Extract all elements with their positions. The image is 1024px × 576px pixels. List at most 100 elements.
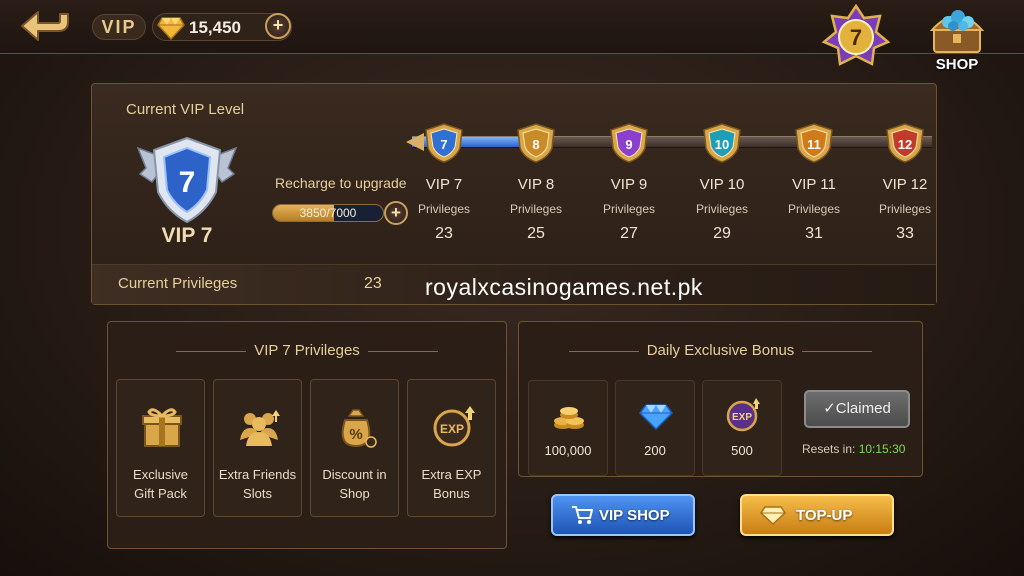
svg-text:9: 9 — [625, 137, 632, 152]
vip-shield-icon: 8 — [517, 123, 555, 163]
vip-level-count: 29 — [713, 225, 731, 242]
vip-level-count: 23 — [435, 225, 453, 242]
vip-level-sub: Privileges — [417, 202, 471, 216]
exp-icon: EXP — [433, 406, 475, 447]
vip-level-sub: Privileges — [787, 202, 841, 216]
svg-text:8: 8 — [532, 137, 539, 152]
vip-level-track — [406, 133, 932, 151]
privilege-label: Extra EXP Bonus — [421, 467, 482, 501]
shop-label: SHOP — [935, 56, 979, 73]
vip-level-badge[interactable]: 7 — [820, 3, 892, 68]
recharge-progress-bar: 3850/7000 — [272, 204, 384, 222]
svg-text:%: % — [349, 426, 362, 443]
daily-bonus-title: Daily Exclusive Bonus — [519, 342, 922, 359]
vip-shield-icon: 11 — [795, 123, 833, 163]
current-privileges-label: Current Privileges — [118, 275, 238, 292]
progress-text: 3850/7000 — [299, 206, 357, 220]
vip-level-sub: Privileges — [509, 202, 563, 216]
top-up-button[interactable]: TOP-UP — [740, 494, 894, 536]
bonus-amount: 200 — [644, 443, 666, 458]
vip-level-item[interactable]: 11 VIP 11 Privileges 31 — [777, 122, 851, 243]
resets-label: Resets in: — [802, 442, 856, 456]
privileges-title: VIP 7 Privileges — [108, 342, 506, 359]
vip-level-name: VIP 10 — [699, 176, 745, 193]
friends-icon — [240, 410, 280, 446]
privilege-label: Extra Friends Slots — [218, 467, 297, 501]
vip-shop-label: VIP SHOP — [599, 507, 670, 524]
svg-text:EXP: EXP — [440, 422, 464, 436]
back-arrow-icon — [21, 11, 69, 41]
vip-shield-icon: 10 — [703, 123, 741, 163]
privilege-shop-discount[interactable]: % Discount in Shop — [310, 379, 399, 517]
back-button[interactable] — [18, 8, 74, 46]
vip-level-name: VIP 11 — [792, 176, 836, 193]
vip-shield-icon: 12 — [886, 123, 924, 163]
gift-icon — [142, 408, 182, 447]
gem-amount: 15,450 — [189, 18, 241, 37]
exp-icon: EXP — [726, 398, 760, 432]
treasure-chest-icon — [929, 10, 985, 53]
vip-level-count: 31 — [805, 225, 823, 242]
vip-tag[interactable]: VIP — [92, 14, 146, 40]
vip-star-badge-icon: 7 — [821, 3, 891, 66]
recharge-plus-button[interactable]: + — [384, 201, 408, 225]
vip-level-panel: Current VIP Level 7 VIP 7 Recharge to up… — [91, 83, 937, 305]
gem-icon — [157, 17, 185, 40]
vip-shop-button[interactable]: VIP SHOP — [551, 494, 695, 536]
current-badge-number: 7 — [179, 166, 196, 199]
vip-level-item[interactable]: 10 VIP 10 Privileges 29 — [685, 122, 759, 243]
svg-text:11: 11 — [807, 137, 821, 152]
vip-level-sub: Privileges — [602, 202, 656, 216]
watermark-text: royalxcasinogames.net.pk — [425, 274, 703, 300]
privilege-friends-slots[interactable]: Extra Friends Slots — [213, 379, 302, 517]
bonus-diamonds: 200 — [615, 380, 695, 476]
reset-timer: Resets in: 10:15:30 — [802, 442, 905, 456]
bonus-coins: 100,000 — [528, 380, 608, 476]
vip-level-sub: Privileges — [878, 202, 932, 216]
gem-balance: 15,450 + — [152, 13, 292, 41]
svg-text:7: 7 — [440, 137, 447, 152]
vip-level-count: 25 — [527, 225, 545, 242]
svg-text:12: 12 — [898, 137, 912, 152]
current-privileges-value: 23 — [364, 275, 382, 292]
winged-shield-icon: 7 — [136, 136, 238, 224]
top-bar: VIP 15,450 + 7 SHOP — [0, 0, 1024, 73]
vip-shield-icon: 9 — [610, 123, 648, 163]
gem-icon — [760, 506, 786, 525]
vip-level-sub: Privileges — [695, 202, 749, 216]
current-vip-level-title: Current VIP Level — [126, 101, 245, 118]
shop-button[interactable]: SHOP — [922, 4, 992, 76]
vip-privileges-panel: VIP 7 Privileges Exclusive Gift Pack Extr… — [107, 321, 507, 549]
vip-level-name: VIP 8 — [517, 176, 555, 193]
coins-icon — [554, 407, 584, 429]
vip-level-count: 33 — [896, 225, 914, 242]
vip-level-name: VIP 12 — [882, 176, 928, 193]
add-gems-button[interactable]: + — [265, 13, 291, 39]
vip-level-item[interactable]: 9 VIP 9 Privileges 27 — [592, 122, 666, 243]
privilege-extra-exp[interactable]: EXP Extra EXP Bonus — [407, 379, 496, 517]
discount-bag-icon: % — [341, 409, 377, 448]
bonus-amount: 100,000 — [544, 443, 592, 458]
vip-level-name: VIP 7 — [425, 176, 463, 193]
current-vip-badge: 7 — [136, 134, 238, 230]
privilege-label: Discount in Shop — [322, 467, 387, 501]
svg-text:10: 10 — [715, 137, 729, 152]
top-up-label: TOP-UP — [796, 507, 853, 524]
vip-badge-number: 7 — [850, 25, 862, 50]
vip-level-item[interactable]: 12 VIP 12 Privileges 33 — [868, 122, 942, 243]
vip-level-count: 27 — [620, 225, 638, 242]
vip-shield-icon: 7 — [425, 123, 463, 163]
claimed-button[interactable]: ✓Claimed — [804, 390, 910, 428]
resets-time: 10:15:30 — [858, 442, 906, 456]
diamond-icon — [639, 404, 673, 431]
vip-level-item[interactable]: 7 VIP 7 Privileges 23 — [407, 122, 481, 243]
svg-text:EXP: EXP — [732, 412, 752, 423]
privilege-label: Exclusive Gift Pack — [133, 467, 188, 501]
vip-level-item[interactable]: 8 VIP 8 Privileges 25 — [499, 122, 573, 243]
bonus-exp: EXP 500 — [702, 380, 782, 476]
recharge-label: Recharge to upgrade — [275, 175, 407, 191]
cart-icon — [572, 506, 593, 524]
daily-bonus-panel: Daily Exclusive Bonus 100,000 200 EXP 50… — [518, 321, 923, 477]
bonus-amount: 500 — [731, 443, 753, 458]
privilege-gift-pack[interactable]: Exclusive Gift Pack — [116, 379, 205, 517]
